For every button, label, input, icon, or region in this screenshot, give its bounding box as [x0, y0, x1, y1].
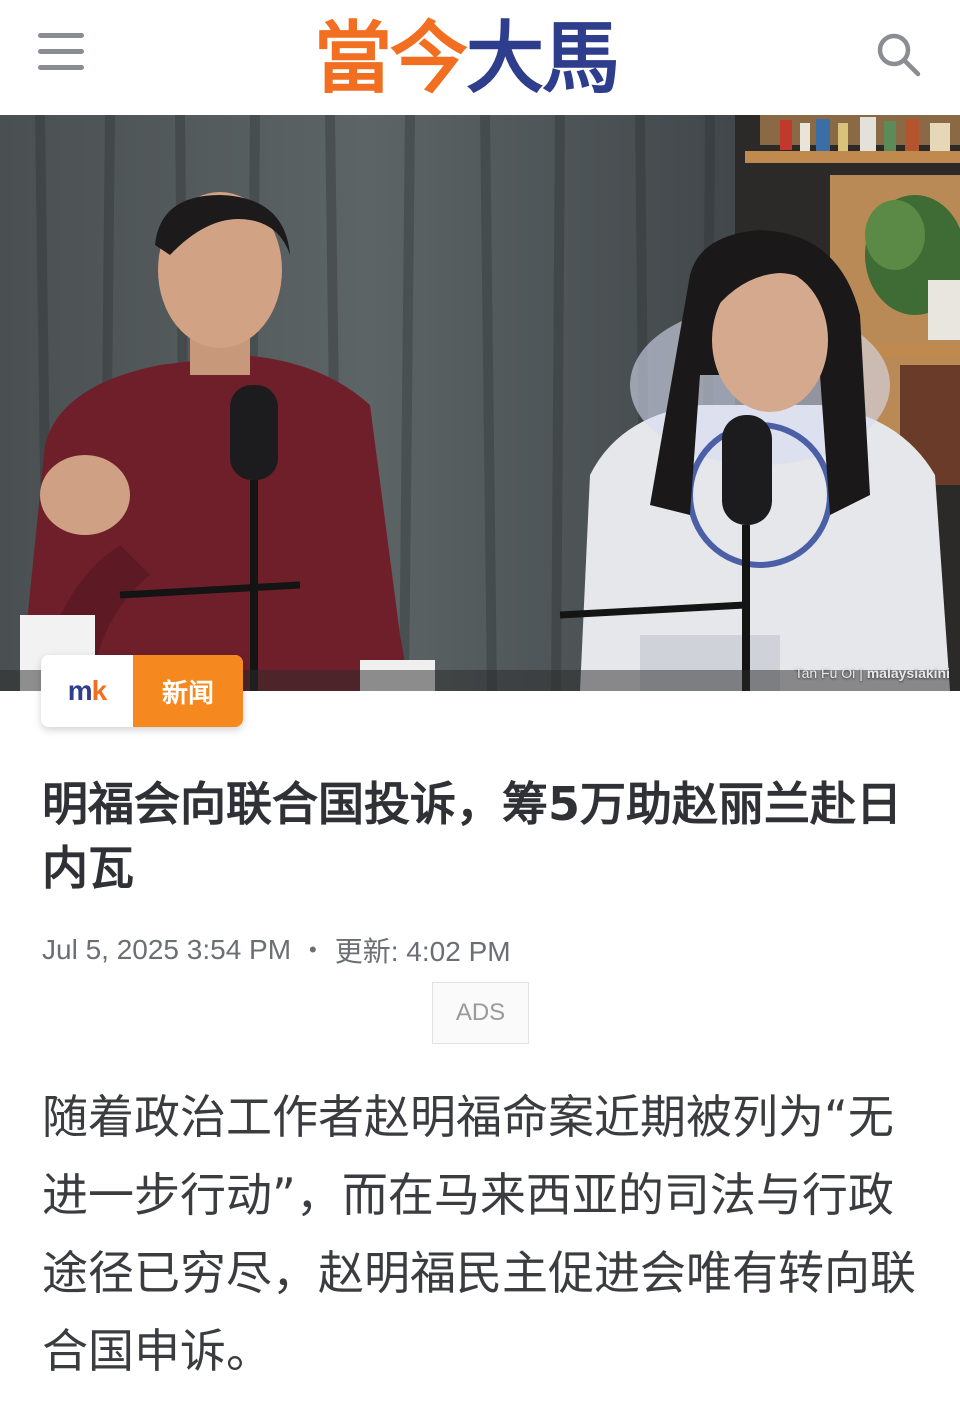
menu-line [38, 65, 84, 70]
meta-separator: • [309, 937, 317, 962]
hamburger-menu-icon[interactable] [38, 33, 86, 73]
category-label[interactable]: 新闻 [133, 655, 243, 727]
ads-placeholder[interactable]: ADS [432, 982, 529, 1044]
updated-time: 更新: 4:02 PM [334, 936, 511, 967]
logo-text-part1: 當今 [314, 14, 468, 104]
photo-credit-source: malaysiakini [866, 665, 950, 681]
top-header: 當今 大馬 [0, 0, 960, 115]
category-badge[interactable]: mk 新闻 [41, 655, 243, 727]
mk-logo: mk [41, 655, 133, 727]
search-icon[interactable] [874, 30, 922, 78]
mk-logo-k: k [91, 675, 108, 706]
photo-credit-separator: | [859, 665, 863, 681]
menu-line [38, 33, 84, 38]
article-title: 明福会向联合国投诉，筹5万助赵丽兰赴日内瓦 [42, 777, 903, 895]
article-lead-paragraph: 随着政治工作者赵明福命案近期被列为“无进一步行动”，而在马来西亚的司法与行政途径… [42, 1090, 916, 1378]
menu-line [38, 49, 84, 54]
site-logo[interactable]: 當今 大馬 [314, 14, 620, 104]
photo-credit: Tan Fu Oi | malaysiakini [795, 665, 950, 681]
mk-logo-m: m [67, 675, 93, 706]
article-hero-image: Tan Fu Oi | malaysiakini [0, 115, 960, 691]
article-meta: Jul 5, 2025 3:54 PM • 更新: 4:02 PM [42, 930, 511, 970]
photo-credit-name: Tan Fu Oi [794, 665, 856, 681]
logo-text-part2: 大馬 [466, 14, 620, 104]
published-time: Jul 5, 2025 3:54 PM [42, 934, 292, 965]
